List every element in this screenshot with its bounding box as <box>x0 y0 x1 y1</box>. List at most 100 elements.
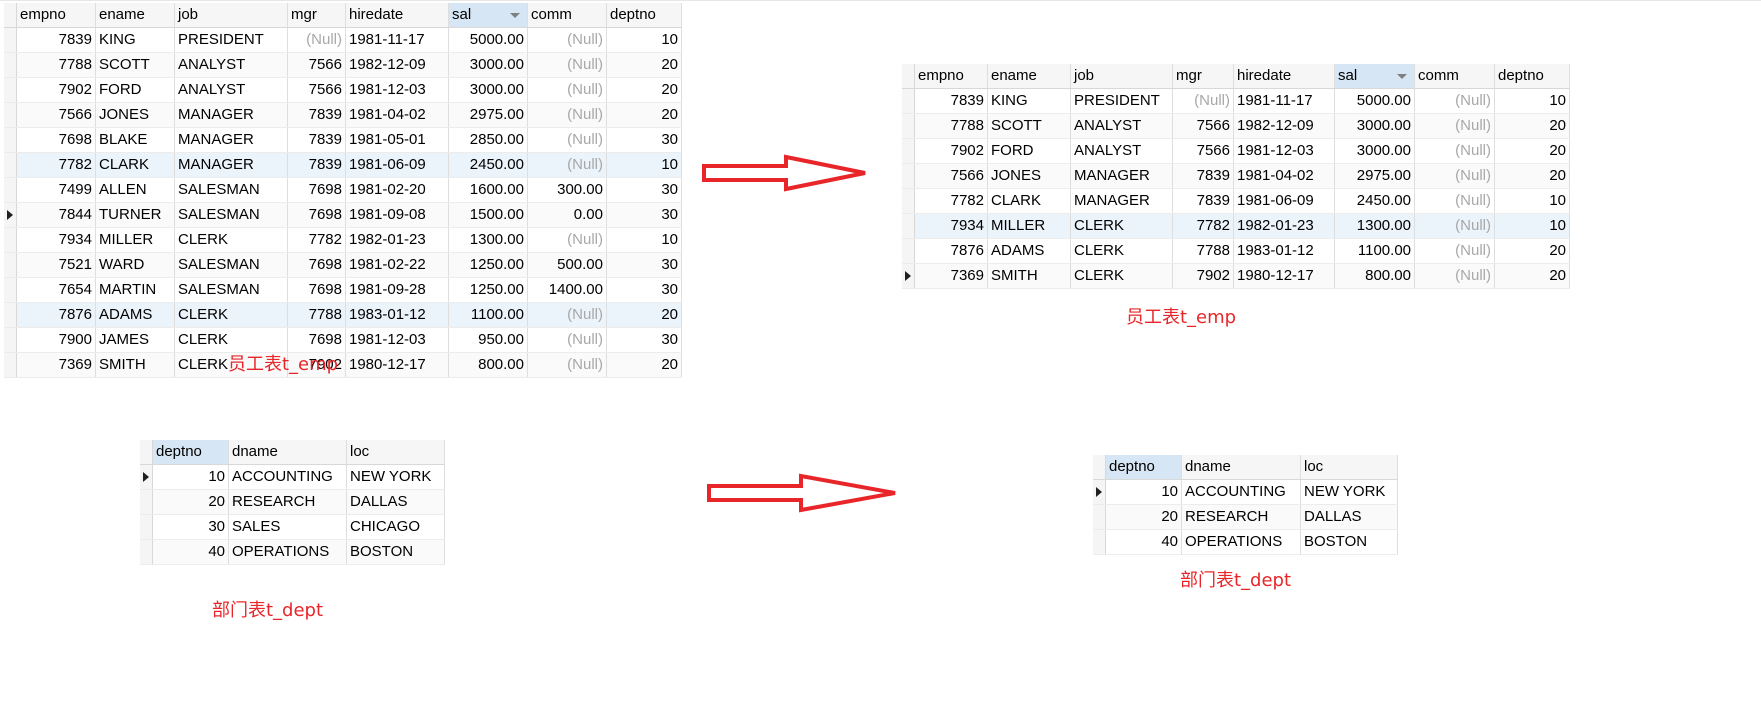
cell-loc[interactable]: NEW YORK <box>1300 479 1398 505</box>
row-indicator[interactable] <box>902 88 915 114</box>
cell-ename[interactable]: CLARK <box>95 152 175 178</box>
cell-hiredate[interactable]: 1981-12-03 <box>345 327 449 353</box>
table-row[interactable]: 20 RESEARCH DALLAS <box>140 489 445 515</box>
cell-deptno[interactable]: 40 <box>1105 529 1182 555</box>
cell-comm[interactable]: (Null) <box>527 152 607 178</box>
table-row[interactable]: 7499 ALLEN SALESMAN 7698 1981-02-20 1600.00 30… <box>4 177 682 203</box>
column-header-sal[interactable]: sal <box>1334 64 1415 89</box>
cell-ename[interactable]: JAMES <box>95 327 175 353</box>
cell-mgr[interactable]: (Null) <box>1172 88 1234 114</box>
cell-comm[interactable]: (Null) <box>1414 88 1495 114</box>
table-row[interactable]: 7900 JAMES CLERK 7698 1981-12-03 950.00 (Null)… <box>4 327 682 353</box>
cell-empno[interactable]: 7369 <box>16 352 96 378</box>
cell-hiredate[interactable]: 1982-12-09 <box>1233 113 1335 139</box>
cell-dname[interactable]: ACCOUNTING <box>228 464 347 490</box>
column-header-empno[interactable]: empno <box>16 3 96 28</box>
cell-deptno[interactable]: 20 <box>152 489 229 515</box>
cell-mgr[interactable]: 7566 <box>1172 113 1234 139</box>
cell-empno[interactable]: 7782 <box>914 188 988 214</box>
cell-deptno[interactable]: 20 <box>1105 504 1182 530</box>
cell-job[interactable]: CLERK <box>1070 238 1173 264</box>
row-indicator[interactable] <box>4 152 17 178</box>
column-header-loc[interactable]: loc <box>346 440 445 465</box>
cell-sal[interactable]: 1600.00 <box>448 177 528 203</box>
column-header-loc[interactable]: loc <box>1300 455 1398 480</box>
cell-empno[interactable]: 7876 <box>16 302 96 328</box>
cell-deptno[interactable]: 30 <box>606 177 682 203</box>
row-indicator[interactable] <box>140 539 153 565</box>
cell-sal[interactable]: 1300.00 <box>448 227 528 253</box>
column-header-deptno[interactable]: deptno <box>152 440 229 465</box>
cell-job[interactable]: ANALYST <box>174 77 288 103</box>
row-indicator[interactable] <box>902 263 915 289</box>
table-row[interactable]: 7876 ADAMS CLERK 7788 1983-01-12 1100.00 (Null… <box>902 238 1570 264</box>
cell-dname[interactable]: OPERATIONS <box>228 539 347 565</box>
column-header-comm[interactable]: comm <box>527 3 607 28</box>
cell-ename[interactable]: KING <box>987 88 1071 114</box>
cell-job[interactable]: PRESIDENT <box>174 27 288 53</box>
cell-ename[interactable]: MILLER <box>987 213 1071 239</box>
cell-job[interactable]: MANAGER <box>174 152 288 178</box>
column-header-ename[interactable]: ename <box>95 3 175 28</box>
cell-comm[interactable]: (Null) <box>527 227 607 253</box>
cell-comm[interactable]: 500.00 <box>527 252 607 278</box>
cell-deptno[interactable]: 20 <box>606 77 682 103</box>
cell-ename[interactable]: TURNER <box>95 202 175 228</box>
table-row[interactable]: 7876 ADAMS CLERK 7788 1983-01-12 1100.00 (Null… <box>4 302 682 328</box>
cell-dname[interactable]: SALES <box>228 514 347 540</box>
row-indicator[interactable] <box>4 227 17 253</box>
cell-mgr[interactable]: 7698 <box>287 202 346 228</box>
cell-deptno[interactable]: 10 <box>606 152 682 178</box>
cell-sal[interactable]: 2975.00 <box>1334 163 1415 189</box>
row-indicator[interactable] <box>4 77 17 103</box>
row-indicator[interactable] <box>4 202 17 228</box>
cell-ename[interactable]: KING <box>95 27 175 53</box>
cell-deptno[interactable]: 10 <box>606 227 682 253</box>
cell-comm[interactable]: (Null) <box>527 352 607 378</box>
cell-ename[interactable]: MILLER <box>95 227 175 253</box>
column-header-job[interactable]: job <box>1070 64 1173 89</box>
cell-empno[interactable]: 7902 <box>16 77 96 103</box>
row-indicator[interactable] <box>4 52 17 78</box>
cell-job[interactable]: CLERK <box>174 302 288 328</box>
cell-job[interactable]: SALESMAN <box>174 202 288 228</box>
cell-comm[interactable]: (Null) <box>527 302 607 328</box>
table-row[interactable]: 40 OPERATIONS BOSTON <box>1093 529 1398 555</box>
cell-hiredate[interactable]: 1981-04-02 <box>1233 163 1335 189</box>
cell-ename[interactable]: JONES <box>95 102 175 128</box>
cell-sal[interactable]: 1500.00 <box>448 202 528 228</box>
cell-empno[interactable]: 7900 <box>16 327 96 353</box>
table-row[interactable]: 7369 SMITH CLERK 7902 1980-12-17 800.00 (Null)… <box>902 263 1570 289</box>
cell-comm[interactable]: 300.00 <box>527 177 607 203</box>
row-indicator[interactable] <box>1093 504 1106 530</box>
cell-job[interactable]: ANALYST <box>1070 113 1173 139</box>
cell-ename[interactable]: MARTIN <box>95 277 175 303</box>
cell-hiredate[interactable]: 1981-11-17 <box>345 27 449 53</box>
column-header-comm[interactable]: comm <box>1414 64 1495 89</box>
cell-empno[interactable]: 7788 <box>914 113 988 139</box>
cell-hiredate[interactable]: 1982-01-23 <box>345 227 449 253</box>
cell-comm[interactable]: (Null) <box>527 327 607 353</box>
column-header-deptno[interactable]: deptno <box>1494 64 1570 89</box>
cell-deptno[interactable]: 20 <box>1494 238 1570 264</box>
cell-comm[interactable]: (Null) <box>1414 113 1495 139</box>
cell-deptno[interactable]: 30 <box>152 514 229 540</box>
column-header-sal[interactable]: sal <box>448 3 528 28</box>
column-header-hiredate[interactable]: hiredate <box>1233 64 1335 89</box>
cell-job[interactable]: CLERK <box>1070 213 1173 239</box>
cell-hiredate[interactable]: 1983-01-12 <box>1233 238 1335 264</box>
cell-mgr[interactable]: 7839 <box>287 102 346 128</box>
table-row[interactable]: 7698 BLAKE MANAGER 7839 1981-05-01 2850.00 (Nu… <box>4 127 682 153</box>
cell-deptno[interactable]: 20 <box>606 352 682 378</box>
cell-dname[interactable]: ACCOUNTING <box>1181 479 1301 505</box>
cell-comm[interactable]: (Null) <box>1414 238 1495 264</box>
cell-mgr[interactable]: 7839 <box>1172 163 1234 189</box>
column-header-deptno[interactable]: deptno <box>606 3 682 28</box>
cell-empno[interactable]: 7566 <box>914 163 988 189</box>
cell-ename[interactable]: WARD <box>95 252 175 278</box>
cell-ename[interactable]: FORD <box>95 77 175 103</box>
cell-empno[interactable]: 7782 <box>16 152 96 178</box>
cell-deptno[interactable]: 10 <box>1494 188 1570 214</box>
row-indicator[interactable] <box>4 252 17 278</box>
column-header-dname[interactable]: dname <box>228 440 347 465</box>
